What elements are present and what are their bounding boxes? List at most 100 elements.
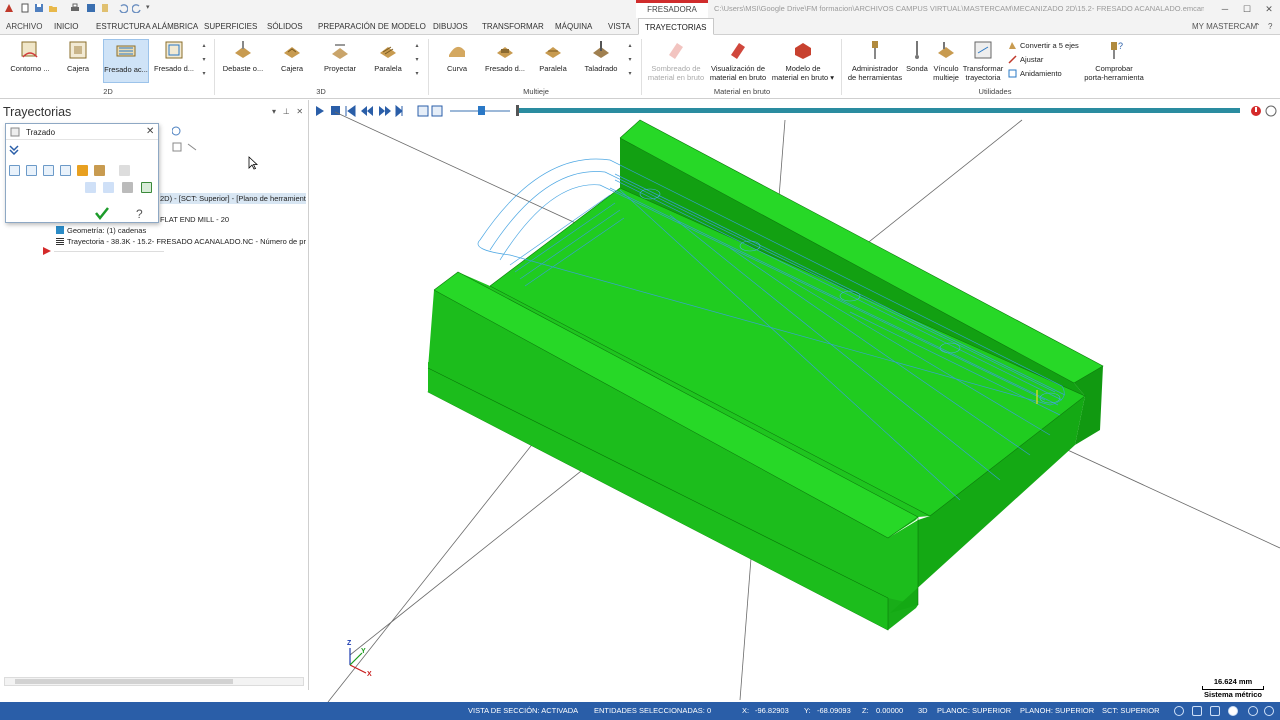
visualizacion-material-button[interactable]: Visualización de material en bruto — [708, 39, 768, 83]
paralela-3d-label: Paralela — [374, 64, 402, 73]
tool-color-icon[interactable] — [60, 165, 71, 176]
tab-estructura-alambrica[interactable]: ESTRUCTURA ALÁMBRICA — [96, 18, 198, 35]
x-label: X: — [742, 706, 750, 715]
panel-close-icon[interactable]: ✕ — [296, 107, 303, 116]
print-icon[interactable] — [70, 3, 80, 13]
shading-icon[interactable] — [1228, 706, 1238, 716]
save-geometry-icon[interactable] — [141, 182, 152, 193]
section-view-status[interactable]: VISTA DE SECCIÓN: ACTIVADA — [468, 706, 578, 715]
debaste-button[interactable]: Debaste o... — [220, 39, 266, 83]
tab-maquina[interactable]: MÁQUINA — [555, 18, 592, 35]
globe-icon[interactable] — [1174, 706, 1184, 716]
close-icon[interactable]: ✕ — [1262, 2, 1276, 16]
gallery-3d-scroll[interactable]: ▴ ▾ ▾ — [413, 39, 421, 83]
horizontal-scrollbar[interactable] — [4, 677, 304, 686]
redo-icon[interactable] — [132, 3, 142, 13]
ajustar-button[interactable]: Ajustar — [1008, 54, 1043, 66]
insert-arrow-icon[interactable] — [42, 246, 52, 256]
tab-inicio[interactable]: INICIO — [54, 18, 78, 35]
paralela-3d-button[interactable]: Paralela — [365, 39, 411, 83]
my-mastercam-link[interactable]: MY MASTERCAM — [1192, 18, 1257, 35]
fresado-acanalado-label: Fresado ac... — [104, 65, 148, 74]
cajera-3d-button[interactable]: Cajera — [269, 39, 315, 83]
undo-icon[interactable] — [118, 3, 128, 13]
curva-button[interactable]: Curva — [434, 39, 480, 83]
operation-row[interactable]: 2D) - [SCT: Superior] - [Plano de herram… — [160, 193, 306, 204]
fresado-d-multieje-button[interactable]: Fresado d... — [482, 39, 528, 83]
geometry-row[interactable]: Geometría: (1) cadenas — [56, 225, 146, 236]
planoc-status[interactable]: PLANOC: SUPERIOR — [937, 706, 1011, 715]
info-icon[interactable] — [119, 165, 130, 176]
ribbon-collapse-icon[interactable]: ⌃ — [1254, 18, 1261, 35]
customize-qa-icon[interactable]: ▾ — [146, 3, 156, 13]
tab-archivo[interactable]: ARCHIVO — [6, 18, 42, 35]
sct-status[interactable]: SCT: SUPERIOR — [1102, 706, 1160, 715]
sombreado-material-button[interactable]: Sombreado de material en bruto — [645, 39, 707, 83]
tab-dibujos[interactable]: DIBUJOS — [433, 18, 468, 35]
tab-preparacion-modelo[interactable]: PREPARACIÓN DE MODELO — [318, 18, 426, 35]
taladrado-button[interactable]: Taladrado — [578, 39, 624, 83]
camera-icon[interactable] — [122, 182, 133, 193]
swap-icon[interactable] — [9, 165, 20, 176]
dialog-titlebar[interactable]: Trazado ✕ — [6, 124, 158, 140]
view-orientation-icon[interactable] — [1210, 706, 1220, 716]
toolpath-row[interactable]: Trayectoria - 38.3K - 15.2- FRESADO ACAN… — [56, 236, 306, 247]
modelo-material-button[interactable]: Modelo de material en bruto ▾ — [770, 39, 836, 83]
tab-superficies[interactable]: SUPERFICIES — [204, 18, 257, 35]
open-folder-icon[interactable] — [48, 3, 58, 13]
administrador-herramientas-button[interactable]: Administrador de herramientas — [845, 39, 905, 83]
holder-display-icon[interactable] — [43, 165, 54, 176]
anidamiento-button[interactable]: Anidamiento — [1008, 68, 1062, 80]
new-file-icon[interactable] — [20, 3, 30, 13]
display-mode-icon[interactable] — [1264, 706, 1274, 716]
sonda-button[interactable]: Sonda — [903, 39, 931, 83]
tab-trayectorias[interactable]: TRAYECTORIAS — [638, 18, 714, 35]
face-mill-icon — [165, 41, 183, 59]
planoh-status[interactable]: PLANOH: SUPERIOR — [1020, 706, 1094, 715]
graphics-viewport[interactable]: Z Y X 16.624 mm Sistema métrico — [310, 100, 1280, 702]
save-as-icon[interactable] — [86, 3, 96, 13]
tab-transformar[interactable]: TRANSFORMAR — [482, 18, 544, 35]
dialog-close-icon[interactable]: ✕ — [146, 126, 154, 137]
gallery-2d-scroll[interactable]: ▴ ▾ ▾ — [200, 39, 208, 83]
step-icon[interactable] — [85, 182, 96, 193]
tab-solidos[interactable]: SÓLIDOS — [267, 18, 303, 35]
pin-icon[interactable]: ⊥ — [283, 107, 290, 116]
ribbon-tabs: ARCHIVO INICIO ESTRUCTURA ALÁMBRICA SUPE… — [0, 18, 1280, 35]
model-scene[interactable] — [310, 100, 1280, 702]
tab-vista[interactable]: VISTA — [608, 18, 631, 35]
paralela-multieje-button[interactable]: Paralela — [530, 39, 576, 83]
scrollbar-thumb[interactable] — [15, 679, 233, 684]
clipboard-icon[interactable] — [100, 3, 110, 13]
rapid-moves-icon[interactable] — [77, 165, 88, 176]
transformar-trayectoria-button[interactable]: Transformar trayectoria — [962, 39, 1004, 83]
panel-menu-icon[interactable]: ▾ — [272, 107, 276, 116]
endpoints-icon[interactable] — [94, 165, 105, 176]
panel-tools-icons[interactable] — [172, 126, 212, 136]
fresado-d-2d-button[interactable]: Fresado d... — [151, 39, 197, 83]
wireframe-icon[interactable] — [1248, 706, 1258, 716]
mode-3d-status[interactable]: 3D — [918, 706, 928, 715]
run-icon[interactable] — [103, 182, 114, 193]
proyectar-button[interactable]: Proyectar — [317, 39, 363, 83]
cajera-2d-button[interactable]: Cajera — [55, 39, 101, 83]
minimize-icon[interactable]: ─ — [1218, 2, 1232, 16]
gallery-multieje-scroll[interactable]: ▴ ▾ ▾ — [626, 39, 634, 83]
tool-row[interactable]: FLAT END MILL - 20 — [160, 214, 229, 225]
maximize-icon[interactable]: ☐ — [1240, 2, 1254, 16]
curve-icon — [449, 46, 465, 57]
comprobar-porta-button[interactable]: ? Comprobar porta-herramienta — [1078, 39, 1150, 83]
contorno-button[interactable]: Contorno ... — [7, 39, 53, 83]
convertir-5-ejes-button[interactable]: Convertir a 5 ejes — [1008, 40, 1079, 52]
vinculo-multieje-button[interactable]: Vínculo multieje — [930, 39, 962, 83]
tool-display-icon[interactable] — [26, 165, 37, 176]
modelo-l1: Modelo de — [785, 64, 821, 73]
help-icon[interactable]: ? — [1268, 18, 1272, 35]
fresado-acanalado-button[interactable]: Fresado ac... — [103, 39, 149, 83]
collapse-chevron-icon[interactable] — [9, 145, 19, 155]
save-icon[interactable] — [34, 3, 44, 13]
cube-view-icon[interactable] — [1192, 706, 1202, 716]
ok-checkmark-icon[interactable] — [94, 206, 110, 220]
filter-icons[interactable] — [172, 142, 204, 152]
dialog-help-icon[interactable]: ? — [133, 206, 147, 220]
